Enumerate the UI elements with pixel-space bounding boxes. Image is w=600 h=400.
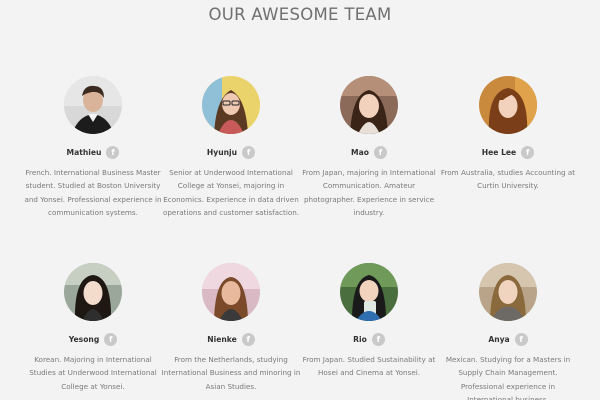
team-member-card: Anya f Mexican. Studying for a Masters i… [438,263,578,400]
member-bio: From Japan. Studied Sustainability at Ho… [302,355,436,378]
facebook-icon[interactable]: f [514,333,528,346]
team-member-card: Hyunju f Senior at Underwood Internation… [161,76,301,220]
member-bio: Senior at Underwood International Colleg… [162,168,300,218]
member-photo [64,263,122,321]
facebook-icon[interactable]: f [521,146,535,159]
member-photo [340,76,398,134]
member-name-row: Rio f [299,332,439,347]
facebook-icon[interactable]: f [371,333,385,346]
team-member-card: Yesong f Korean. Majoring in Internation… [23,263,163,393]
member-bio: French. International Business Master st… [24,168,162,218]
member-bio: From Australia, studies Accounting at Cu… [440,168,576,191]
facebook-icon[interactable]: f [104,333,118,346]
member-name-row: Yesong f [23,332,163,347]
member-bio: From the Netherlands, studying Internati… [161,355,301,391]
team-grid: Mathieu f French. International Business… [0,0,600,400]
member-name-row: Hee Lee f [438,145,578,160]
member-name: Hyunju [206,148,238,157]
member-name-row: Nienke f [161,332,301,347]
team-member-card: Nienke f From the Netherlands, studying … [161,263,301,393]
member-name-row: Mathieu f [23,145,163,160]
member-bio: Korean. Majoring in International Studie… [29,355,157,391]
member-name-row: Anya f [438,332,578,347]
member-photo [479,263,537,321]
team-member-card: Rio f From Japan. Studied Sustainability… [299,263,439,380]
member-name: Yesong [68,335,100,344]
member-name: Mao [351,148,369,157]
member-photo [479,76,537,134]
team-member-card: Hee Lee f From Australia, studies Accoun… [438,76,578,193]
member-name: Mathieu [66,148,102,157]
facebook-icon[interactable]: f [241,333,255,346]
team-page: OUR AWESOME TEAM Mathieu f French. Inter… [0,0,600,400]
member-bio: Mexican. Studying for a Masters in Suppl… [445,355,571,400]
facebook-icon[interactable]: f [106,146,120,159]
member-bio: From Japan, majoring in International Co… [302,168,436,218]
member-photo [202,76,260,134]
member-photo [340,263,398,321]
member-name: Hee Lee [481,148,517,157]
member-photo [202,263,260,321]
member-name: Anya [488,335,510,344]
team-member-card: Mathieu f French. International Business… [23,76,163,220]
member-photo [64,76,122,134]
member-name: Nienke [207,335,237,344]
member-name: Rio [353,335,367,344]
facebook-icon[interactable]: f [242,146,256,159]
team-member-card: Mao f From Japan, majoring in Internatio… [299,76,439,220]
facebook-icon[interactable]: f [373,146,387,159]
member-name-row: Hyunju f [161,145,301,160]
member-name-row: Mao f [299,145,439,160]
